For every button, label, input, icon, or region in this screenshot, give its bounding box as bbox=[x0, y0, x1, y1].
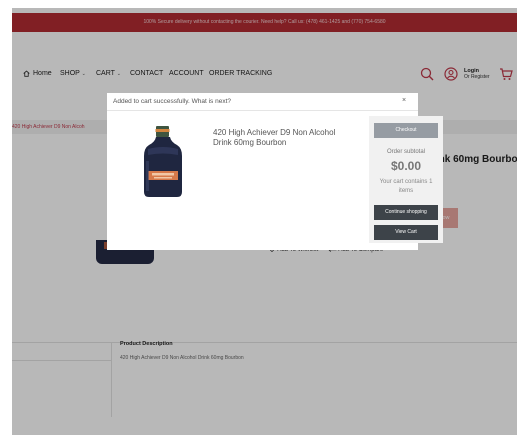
product-name[interactable]: 420 High Achiever D9 Non Alcohol Drink 6… bbox=[213, 128, 353, 147]
checkout-button[interactable]: Checkout bbox=[374, 123, 438, 138]
view-cart-button[interactable]: View Cart bbox=[374, 225, 438, 240]
modal-title: Added to cart successfully. What is next… bbox=[113, 98, 232, 105]
product-thumbnail bbox=[144, 126, 182, 197]
close-icon[interactable]: × bbox=[402, 97, 406, 104]
added-to-cart-modal: Added to cart successfully. What is next… bbox=[107, 93, 443, 250]
cart-count-text: Your cart contains 1 items bbox=[379, 179, 433, 194]
order-subtotal-value: $0.00 bbox=[390, 159, 422, 173]
order-subtotal-label: Order subtotal bbox=[386, 149, 426, 155]
browser-viewport: 100% Secure delivery without contacting … bbox=[0, 0, 529, 435]
cart-summary-panel: Checkout Order subtotal $0.00 Your cart … bbox=[369, 116, 443, 243]
continue-shopping-button[interactable]: Continue shopping bbox=[374, 205, 438, 220]
modal-header: Added to cart successfully. What is next… bbox=[107, 93, 418, 111]
store-page: 100% Secure delivery without contacting … bbox=[12, 8, 517, 435]
